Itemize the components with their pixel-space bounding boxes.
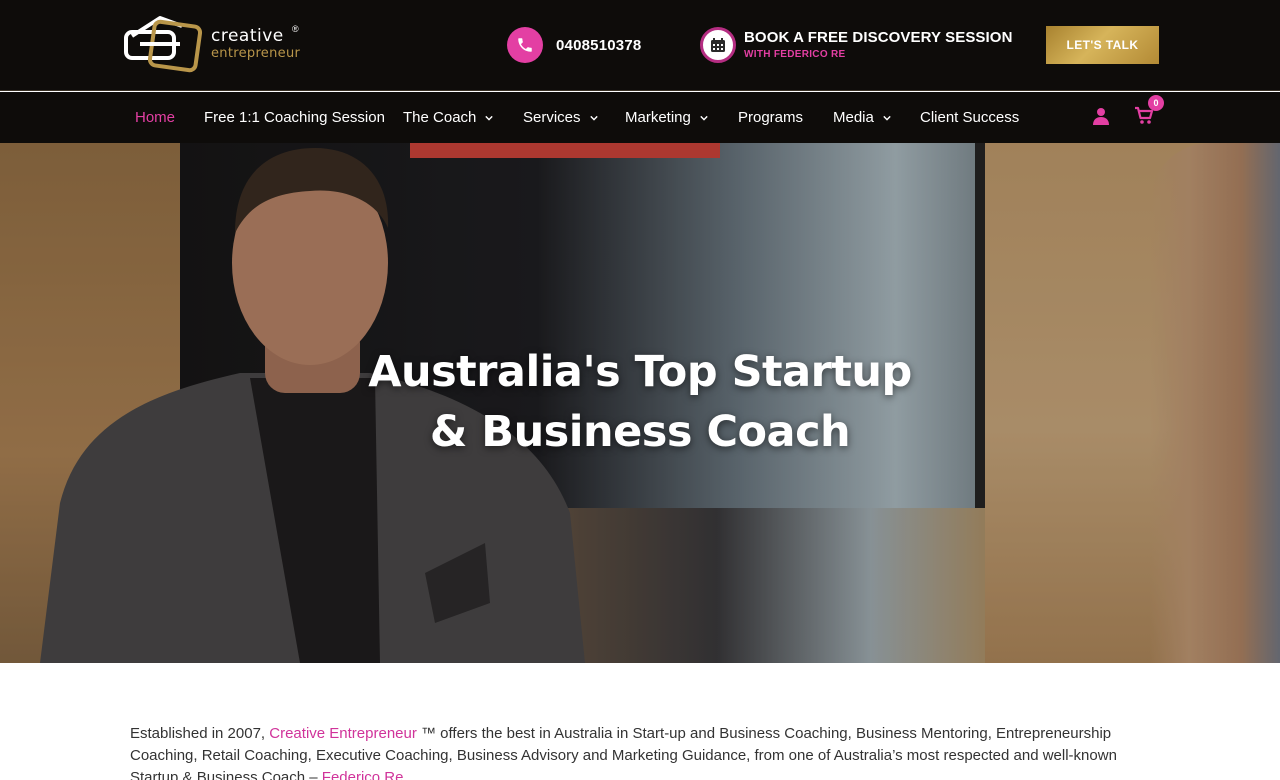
nav-item-the-coach[interactable]: The Coach <box>403 92 494 143</box>
book-subtitle: WITH FEDERICO RE <box>744 49 846 60</box>
cart-count-badge: 0 <box>1148 95 1164 111</box>
phone-icon <box>507 27 543 63</box>
logo-text: creative entrepreneur <box>211 26 301 61</box>
nav-item-services[interactable]: Services <box>523 92 598 143</box>
book-discovery-session[interactable]: BOOK A FREE DISCOVERY SESSION WITH FEDER… <box>700 27 1013 63</box>
nav-item-client-success[interactable]: Client Success <box>920 92 1019 143</box>
intro-paragraph: Established in 2007, Creative Entreprene… <box>130 723 1160 780</box>
chevron-down-icon <box>700 115 708 121</box>
calendar-icon <box>700 27 736 63</box>
nav-item-label: Home <box>135 109 176 126</box>
nav-item-programs[interactable]: Programs <box>738 92 803 143</box>
book-title: BOOK A FREE DISCOVERY SESSION <box>744 29 1013 46</box>
nav-item-label: The Coach <box>403 109 477 126</box>
hero-banner: Australia's Top Startup & Business Coach <box>0 143 1280 663</box>
nav-item-label: Media <box>833 109 874 126</box>
nav-item-label: Client Success <box>920 109 1020 126</box>
logo-mark-icon <box>124 16 203 73</box>
top-header: creative entrepreneur ® 0408510378 BOOK … <box>0 0 1280 91</box>
hero-title-line2: & Business Coach <box>429 407 851 457</box>
nav-item-marketing[interactable]: Marketing <box>625 92 708 143</box>
hero-title-line1: Australia's Top Startup <box>368 347 912 397</box>
hero-title: Australia's Top Startup & Business Coach <box>340 342 940 462</box>
registered-mark: ® <box>292 24 299 34</box>
chevron-down-icon <box>589 115 598 121</box>
user-account-icon[interactable] <box>1092 107 1110 125</box>
main-nav: Home Free 1:1 Coaching Session The Coach… <box>0 92 1280 143</box>
chevron-down-icon <box>883 115 891 121</box>
nav-item-home[interactable]: Home <box>135 92 175 143</box>
nav-item-media[interactable]: Media <box>833 92 891 143</box>
nav-item-free-coaching[interactable]: Free 1:1 Coaching Session <box>204 92 385 143</box>
lets-talk-button[interactable]: LET'S TALK <box>1046 26 1159 64</box>
nav-item-label: Services <box>523 109 581 126</box>
intro-text-1: Established in 2007, <box>130 725 270 742</box>
chevron-down-icon <box>485 115 494 121</box>
nav-item-label: Free 1:1 Coaching Session <box>204 109 385 126</box>
nav-item-label: Programs <box>738 109 804 126</box>
phone-number[interactable]: 0408510378 <box>556 37 641 54</box>
phone-contact[interactable]: 0408510378 <box>507 27 641 63</box>
logo-word-entrepreneur: entrepreneur <box>211 46 301 61</box>
federico-re-link[interactable]: Federico Re <box>322 769 404 780</box>
site-logo[interactable]: creative entrepreneur ® <box>122 14 312 74</box>
nav-item-label: Marketing <box>625 109 691 126</box>
logo-word-creative: creative <box>211 26 284 46</box>
book-text: BOOK A FREE DISCOVERY SESSION WITH FEDER… <box>744 30 1013 60</box>
creative-entrepreneur-link[interactable]: Creative Entrepreneur <box>269 725 417 742</box>
